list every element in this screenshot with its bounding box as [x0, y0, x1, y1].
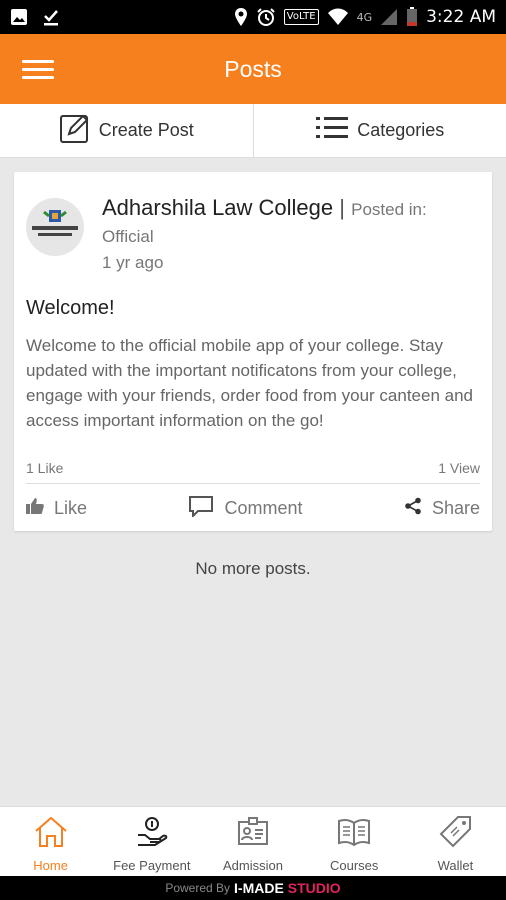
- powered-by-label: Powered By: [165, 881, 231, 895]
- feed-end-message: No more posts.: [195, 559, 311, 578]
- list-icon: [315, 114, 349, 147]
- admission-icon: [236, 815, 270, 854]
- post-card: Adharshila Law College | Posted in: Offi…: [14, 172, 492, 531]
- share-button[interactable]: Share: [404, 497, 480, 520]
- nav-home[interactable]: Home: [0, 807, 101, 876]
- posted-in-label: Posted in:: [351, 200, 427, 219]
- battery-icon: [406, 7, 418, 27]
- create-post-label: Create Post: [98, 120, 194, 140]
- like-button[interactable]: Like: [26, 497, 88, 519]
- create-post-button[interactable]: Create Post: [0, 104, 253, 157]
- courses-icon: [336, 815, 372, 854]
- nav-wallet-label: Wallet: [437, 858, 474, 873]
- nav-courses[interactable]: Courses: [304, 807, 405, 876]
- nav-fee-payment[interactable]: Fee Payment: [101, 807, 202, 876]
- status-bar: VoLTE 4G 3:22 AM: [0, 0, 506, 34]
- likes-count[interactable]: 1 Like: [26, 460, 63, 476]
- nav-home-label: Home: [33, 858, 68, 873]
- post-author-line: Adharshila Law College | Posted in:: [102, 194, 482, 224]
- categories-button[interactable]: Categories: [254, 104, 506, 157]
- volte-icon: VoLTE: [283, 9, 319, 25]
- categories-label: Categories: [357, 120, 445, 140]
- brand-name: I-MADE: [234, 880, 284, 896]
- post-actions: Like Comment Share: [26, 494, 480, 522]
- bottom-nav: Home Fee Payment Admission Courses Walle…: [0, 806, 506, 876]
- post-divider: [26, 483, 480, 484]
- nav-fee-payment-label: Fee Payment: [113, 858, 191, 873]
- fee-payment-icon: [135, 815, 169, 854]
- powered-by-footer: Powered By I-MADE STUDIO: [0, 876, 506, 900]
- download-done-icon: [42, 8, 60, 26]
- wallet-icon: [438, 815, 472, 854]
- app-bar: Posts: [0, 34, 506, 104]
- post-toolbar: Create Post Categories: [0, 104, 506, 158]
- image-icon: [10, 8, 28, 26]
- post-author[interactable]: Adharshila Law College: [102, 195, 333, 220]
- author-separator: |: [339, 195, 345, 220]
- brand-studio: STUDIO: [287, 880, 341, 896]
- edit-icon: [59, 112, 91, 149]
- views-count: 1 View: [438, 460, 480, 476]
- share-icon: [404, 497, 422, 520]
- home-icon: [33, 815, 69, 854]
- thumbs-up-icon: [26, 497, 44, 519]
- post-category[interactable]: Official: [102, 227, 154, 247]
- wifi-icon: [327, 8, 349, 26]
- hamburger-menu-icon[interactable]: [22, 60, 54, 80]
- nav-wallet[interactable]: Wallet: [405, 807, 506, 876]
- like-label: Like: [54, 497, 88, 518]
- network-type: 4G: [356, 10, 373, 24]
- nav-courses-label: Courses: [330, 858, 379, 873]
- comment-button[interactable]: Comment: [188, 495, 303, 522]
- alarm-icon: [256, 7, 276, 27]
- status-time: 3:22 AM: [426, 7, 496, 27]
- signal-icon: [380, 8, 398, 26]
- share-label: Share: [431, 497, 480, 518]
- page-title: Posts: [224, 55, 282, 82]
- post-body: Welcome to the official mobile app of yo…: [26, 336, 473, 430]
- nav-admission[interactable]: Admission: [202, 807, 303, 876]
- post-timestamp: 1 yr ago: [102, 253, 164, 272]
- comment-icon: [188, 495, 214, 522]
- college-logo-avatar[interactable]: [26, 198, 84, 256]
- location-icon: [234, 7, 248, 27]
- comment-label: Comment: [224, 497, 303, 518]
- post-title: Welcome!: [26, 297, 115, 319]
- nav-admission-label: Admission: [223, 858, 283, 873]
